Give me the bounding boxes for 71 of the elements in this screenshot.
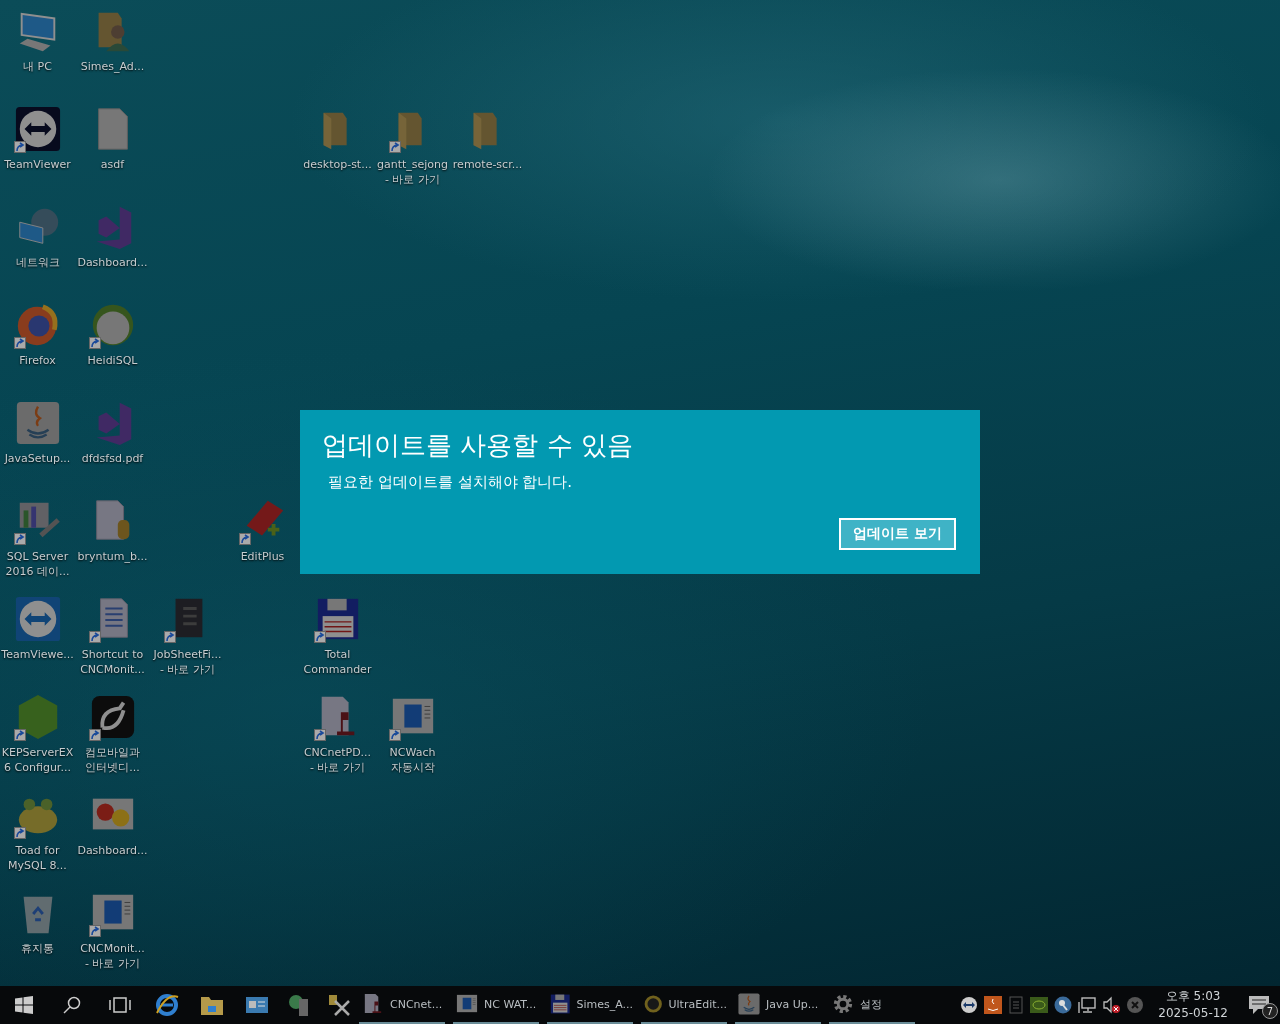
speaker-muted-icon[interactable]	[1102, 996, 1121, 1014]
shortcut-arrow-icon	[88, 631, 101, 643]
shortcut-arrow-icon	[388, 141, 401, 153]
control-panel-icon[interactable]	[244, 995, 269, 1015]
disc-logo-icon	[643, 992, 664, 1016]
steaming-cup-icon	[737, 992, 761, 1016]
desktop-icon-label[interactable]: HeidiSQL	[87, 353, 138, 368]
desktop-icon-label[interactable]: JavaSetup...	[4, 451, 71, 466]
taskbar-app-button[interactable]: CNCnet...	[359, 986, 445, 1024]
desktop-icon-label[interactable]: CNCMonit... - 바로 가기	[80, 941, 145, 971]
notification-title: 업데이트를 사용할 수 있음	[322, 429, 633, 462]
shortcut-arrow-icon	[238, 533, 251, 545]
shortcut-arrow-icon	[13, 729, 26, 741]
shortcut-arrow-icon	[13, 533, 26, 545]
folder-icon[interactable]	[199, 994, 224, 1016]
desktop-icon-label[interactable]: JobSheetFi... - 바로 가기	[153, 647, 222, 677]
shortcut-arrow-icon	[163, 631, 176, 643]
search-icon[interactable]	[63, 996, 81, 1014]
shortcut-arrow-icon	[313, 729, 326, 741]
shortcut-arrow-icon	[13, 337, 26, 349]
desktop-icon-label[interactable]: TeamViewe...	[1, 647, 74, 662]
notification-count: 7	[1262, 1003, 1278, 1019]
network-icon[interactable]	[1078, 996, 1097, 1014]
desktop-icon-label[interactable]: 휴지통	[21, 941, 54, 956]
shortcut-arrow-icon	[88, 337, 101, 349]
shortcut-arrow-icon	[88, 729, 101, 741]
settings-icon	[831, 992, 855, 1016]
notification-message: 필요한 업데이트를 설치해야 합니다.	[328, 473, 573, 492]
tools-icon[interactable]	[327, 993, 351, 1017]
clock-date[interactable]: 2025-05-12	[1158, 1005, 1228, 1022]
windows-logo-icon[interactable]	[15, 996, 33, 1014]
taskbar-app-button[interactable]: Java Up...	[735, 986, 821, 1024]
taskbar-app-button[interactable]: NC WAT...	[453, 986, 539, 1024]
clock-time[interactable]: 오후 5:03	[1165, 988, 1221, 1005]
desktop-icon-label[interactable]: bryntum_b...	[77, 549, 148, 564]
desktop-icon-label[interactable]: 네트워크	[15, 255, 60, 270]
taskbar-app-button[interactable]: UltraEdit...	[641, 986, 727, 1024]
desktop-icon-label[interactable]: asdf	[100, 157, 125, 172]
desktop-icon-label[interactable]: CNCnetPD... - 바로 가기	[303, 745, 372, 775]
desktop-icon-label[interactable]: EditPlus	[240, 549, 285, 564]
key-icon[interactable]	[1054, 996, 1073, 1014]
shortcut-arrow-icon	[13, 141, 26, 153]
nvidia-eye-icon[interactable]	[1030, 997, 1049, 1013]
desktop-icon-label[interactable]: Dashboard...	[77, 255, 148, 270]
desktop-icon-label[interactable]: SQL Server 2016 데이...	[5, 549, 70, 579]
taskbar-app-button[interactable]: 설정	[829, 986, 915, 1024]
shortcut-arrow-icon	[388, 729, 401, 741]
desktop-icon-label[interactable]: Total Commander	[303, 647, 372, 677]
shortcut-arrow-icon	[13, 827, 26, 839]
shortcut-arrow-icon	[313, 631, 326, 643]
desktop-icon-label[interactable]: KEPServerEX 6 Configur...	[1, 745, 74, 775]
shortcut-arrow-icon	[88, 925, 101, 937]
close-icon[interactable]	[1126, 996, 1145, 1014]
task-view-icon[interactable]	[109, 996, 131, 1014]
desktop-icon-label[interactable]: gantt_sejong - 바로 가기	[376, 157, 449, 187]
desktop-icon-label[interactable]: 내 PC	[23, 59, 52, 74]
desktop-icon-label[interactable]: remote-scr...	[452, 157, 523, 172]
steaming-cup-icon[interactable]	[984, 996, 1003, 1014]
browser-e-icon[interactable]	[154, 993, 179, 1017]
desktop-icon-label[interactable]: Toad for MySQL 8...	[8, 843, 67, 873]
globe-server-icon[interactable]	[287, 993, 311, 1017]
desktop-icon-label[interactable]: TeamViewer	[4, 157, 71, 172]
desktop-icon-label[interactable]: 컴모바일과 인터넷디...	[85, 745, 140, 775]
desktop-icon-label[interactable]: NCWach 자동시작	[389, 745, 436, 775]
desktop-icon-label[interactable]: Dashboard...	[77, 843, 148, 858]
desktop-icon-label[interactable]: Simes_Ad...	[80, 59, 145, 74]
taskbar-app-button[interactable]: Simes_A...	[547, 986, 633, 1024]
desktop-icon-label[interactable]: Shortcut to CNCMonit...	[80, 647, 145, 677]
desktop-icon-label[interactable]: Firefox	[19, 353, 56, 368]
desktop-icon-label[interactable]: dfdsfsd.pdf	[81, 451, 144, 466]
desktop-icon-label[interactable]: desktop-st...	[303, 157, 372, 172]
